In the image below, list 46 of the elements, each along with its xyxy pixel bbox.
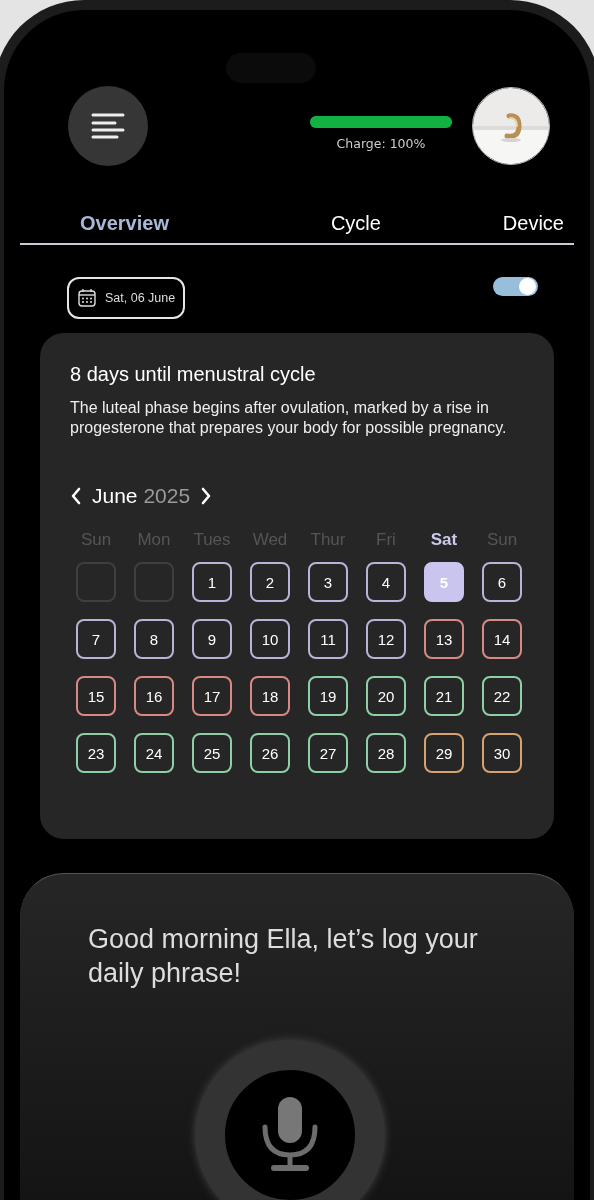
- day-cell[interactable]: 10: [250, 619, 290, 659]
- day-cell[interactable]: 24: [134, 733, 174, 773]
- date-chip[interactable]: Sat, 06 June: [67, 277, 186, 319]
- day-cell[interactable]: 20: [366, 676, 406, 716]
- day-cell[interactable]: 1: [192, 562, 232, 602]
- day-cell[interactable]: 12: [366, 619, 406, 659]
- tab[interactable]: Cycle: [320, 212, 391, 235]
- next-month-icon[interactable]: [200, 487, 213, 505]
- day-cell[interactable]: 19: [308, 676, 348, 716]
- day-cell[interactable]: 28: [366, 733, 406, 773]
- day-cell[interactable]: 22: [482, 676, 522, 716]
- day-cell[interactable]: 17: [192, 676, 232, 716]
- empty-day-cell: [134, 562, 174, 602]
- day-cell[interactable]: 14: [482, 619, 522, 659]
- day-cell[interactable]: 2: [250, 562, 290, 602]
- day-cell[interactable]: 16: [134, 676, 174, 716]
- day-cell[interactable]: 23: [76, 733, 116, 773]
- day-cell[interactable]: 27: [308, 733, 348, 773]
- day-cell[interactable]: 3: [308, 562, 348, 602]
- day-cell[interactable]: 25: [192, 733, 232, 773]
- calendar-icon: [77, 288, 97, 308]
- card-description: The luteal phase begins after ovulation, marked by a rise in progesterone that prepares your body for possible pregnancy.: [70, 398, 508, 438]
- day-cell[interactable]: 21: [424, 676, 464, 716]
- tab[interactable]: Overview: [70, 212, 179, 235]
- charge-label: Charge: 100%: [336, 135, 426, 151]
- day-cell[interactable]: 15: [76, 676, 116, 716]
- month-title: June 2025: [92, 484, 191, 508]
- menu-icon: [91, 112, 125, 140]
- day-cell[interactable]: 4: [366, 562, 406, 602]
- weekday-label: Sat: [429, 530, 459, 550]
- toggle-switch[interactable]: [493, 277, 538, 296]
- day-cell[interactable]: 29: [424, 733, 464, 773]
- day-cell[interactable]: 13: [424, 619, 464, 659]
- day-cell[interactable]: 9: [192, 619, 232, 659]
- day-cell[interactable]: 7: [76, 619, 116, 659]
- tab[interactable]: Device: [492, 212, 574, 235]
- greeting-text: Good morning Ella, let’s log your daily phrase!: [88, 923, 479, 990]
- day-cell[interactable]: 8: [134, 619, 174, 659]
- day-cell[interactable]: 18: [250, 676, 290, 716]
- previous-month-icon[interactable]: [70, 487, 82, 505]
- day-cell[interactable]: 30: [482, 733, 522, 773]
- day-cell[interactable]: 6: [482, 562, 522, 602]
- day-cell[interactable]: 26: [250, 733, 290, 773]
- day-cell[interactable]: 11: [308, 619, 348, 659]
- empty-day-cell: [76, 562, 116, 602]
- card-title: 8 days until menustral cycle: [70, 363, 317, 386]
